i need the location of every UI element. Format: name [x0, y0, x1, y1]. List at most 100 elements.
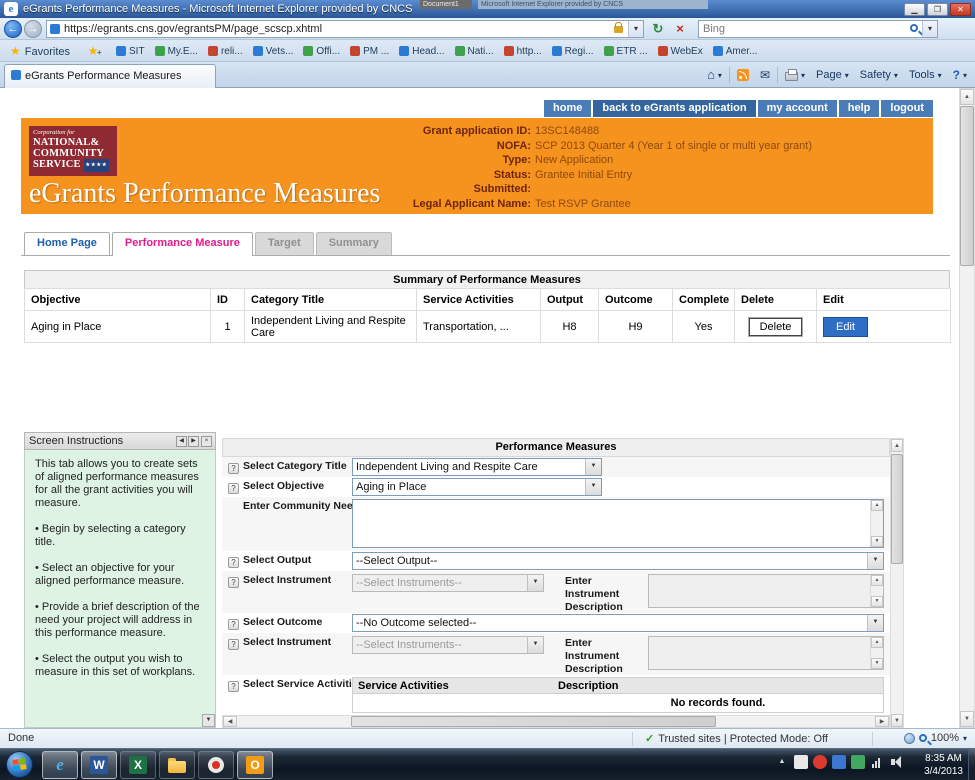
close-panel-button[interactable]: × [201, 436, 212, 447]
favorite-item[interactable]: Amer... [709, 42, 762, 60]
scroll-up-icon: ▲ [871, 575, 883, 586]
scroll-right-button[interactable]: ▶ [188, 436, 199, 447]
favorite-item[interactable]: Regi... [548, 42, 598, 60]
tray-icon[interactable] [851, 755, 865, 769]
nav-home-button[interactable]: home [544, 100, 591, 117]
windows-explorer-taskbar-button[interactable] [159, 751, 195, 779]
help-icon[interactable]: ? [228, 639, 239, 650]
address-dropdown-arrow-icon[interactable]: ▾ [628, 21, 643, 37]
form-row: ?Select Category Title Independent Livin… [222, 457, 890, 477]
output-select[interactable]: --Select Output--▼ [352, 552, 884, 570]
home-button[interactable]: ⌂▾ [703, 65, 726, 85]
outcome-select[interactable]: --No Outcome selected--▼ [352, 614, 884, 632]
word-taskbar-button[interactable]: W [81, 751, 117, 779]
tab-home-page[interactable]: Home Page [24, 232, 110, 255]
scroll-up-icon[interactable]: ▲ [871, 500, 883, 511]
help-icon[interactable]: ? [228, 619, 239, 630]
favorite-item[interactable]: reli... [204, 42, 247, 60]
url-input[interactable] [64, 22, 609, 36]
scroll-up-icon[interactable]: ▲ [891, 439, 903, 452]
help-button[interactable]: ?▾ [949, 65, 971, 85]
cell-complete: Yes [673, 311, 735, 343]
nav-back-to-egrants-button[interactable]: back to eGrants application [593, 100, 755, 117]
scroll-down-button[interactable]: ▼ [202, 714, 215, 727]
search-icon[interactable] [910, 24, 918, 32]
stop-button[interactable]: × [670, 20, 690, 38]
feeds-button[interactable] [733, 65, 753, 85]
media-player-taskbar-button[interactable] [198, 751, 234, 779]
page-vertical-scrollbar[interactable]: ▲ ▼ [959, 88, 975, 728]
excel-taskbar-button[interactable]: X [120, 751, 156, 779]
close-button[interactable]: ✕ [950, 3, 971, 16]
table-row: Aging in Place 1 Independent Living and … [25, 311, 951, 343]
scroll-right-icon[interactable]: ▶ [875, 716, 889, 727]
horizontal-scrollbar[interactable]: ◀ ▶ [222, 715, 890, 728]
scroll-left-icon[interactable]: ◀ [223, 716, 237, 727]
scroll-down-icon[interactable]: ▼ [960, 711, 974, 727]
maximize-button[interactable]: ❐ [927, 3, 948, 16]
back-button[interactable]: ← [4, 20, 22, 38]
tab-performance-measure[interactable]: Performance Measure [112, 232, 253, 256]
form-vertical-scrollbar[interactable]: ▲ ▼ [890, 438, 904, 728]
nav-help-button[interactable]: help [839, 100, 880, 117]
tools-menu[interactable]: Tools▾ [905, 65, 946, 85]
help-icon[interactable]: ? [228, 463, 239, 474]
volume-icon[interactable] [889, 755, 903, 769]
category-title-select[interactable]: Independent Living and Respite Care▼ [352, 458, 602, 476]
safety-menu[interactable]: Safety▾ [856, 65, 902, 85]
help-icon[interactable]: ? [228, 577, 239, 588]
scroll-left-button[interactable]: ◀ [176, 436, 187, 447]
internet-explorer-taskbar-button[interactable]: e [42, 751, 78, 779]
favorite-item[interactable]: WebEx [654, 42, 707, 60]
favorite-item[interactable]: Offi... [299, 42, 344, 60]
network-icon[interactable] [870, 755, 884, 769]
forward-button[interactable]: → [24, 20, 42, 38]
search-input[interactable] [703, 22, 893, 36]
refresh-button[interactable]: ↻ [648, 20, 668, 38]
dropdown-arrow-icon: ▼ [867, 615, 883, 631]
browser-tab[interactable]: eGrants Performance Measures [4, 64, 216, 88]
separator [729, 67, 730, 83]
community-need-textarea[interactable]: ▲▼ [352, 499, 884, 548]
start-button[interactable] [6, 751, 33, 778]
page-menu[interactable]: Page▾ [812, 65, 853, 85]
favorite-item[interactable]: Head... [395, 42, 448, 60]
scroll-down-icon[interactable]: ▼ [871, 536, 883, 547]
favorite-item[interactable]: http... [500, 42, 546, 60]
hidden-icons-button[interactable]: ▲ [775, 755, 789, 769]
print-button[interactable]: ▾ [781, 65, 809, 85]
add-favorite-button[interactable]: ★+ [84, 42, 106, 60]
read-mail-button[interactable]: ✉ [756, 65, 774, 85]
scrollbar-thumb[interactable] [960, 106, 974, 266]
search-dropdown-arrow-icon[interactable]: ▾ [922, 21, 937, 37]
favorites-button[interactable]: ★Favorites [4, 42, 76, 60]
help-icon[interactable]: ? [228, 483, 239, 494]
favorite-item[interactable]: My.E... [151, 42, 202, 60]
favorite-item[interactable]: Nati... [451, 42, 498, 60]
security-zone: ✓Trusted sites | Protected Mode: Off [645, 732, 828, 745]
media-player-icon [208, 757, 224, 773]
delete-button[interactable]: Delete [749, 318, 803, 336]
tray-icon[interactable] [832, 755, 846, 769]
scroll-up-icon[interactable]: ▲ [960, 89, 974, 105]
scroll-down-icon[interactable]: ▼ [891, 714, 903, 727]
show-desktop-button[interactable] [968, 749, 975, 780]
help-icon[interactable]: ? [228, 681, 239, 692]
taskbar-clock[interactable]: 8:35 AM 3/4/2013 [924, 752, 963, 778]
scrollbar-thumb[interactable] [891, 454, 903, 564]
tray-icon[interactable] [794, 755, 808, 769]
zoom-control[interactable]: 100% ▾ [904, 732, 967, 744]
scrollbar-thumb[interactable] [351, 716, 716, 727]
nav-my-account-button[interactable]: my account [758, 100, 837, 117]
favorite-item[interactable]: Vets... [249, 42, 298, 60]
minimize-button[interactable]: ▁ [904, 3, 925, 16]
favorite-item[interactable]: PM ... [346, 42, 393, 60]
objective-select[interactable]: Aging in Place▼ [352, 478, 602, 496]
help-icon[interactable]: ? [228, 557, 239, 568]
nav-logout-button[interactable]: logout [881, 100, 933, 117]
favorite-item[interactable]: ETR ... [600, 42, 652, 60]
tray-icon[interactable] [813, 755, 827, 769]
favorite-item[interactable]: SIT [112, 42, 149, 60]
edit-button[interactable]: Edit [823, 317, 868, 337]
outlook-taskbar-button[interactable]: O [237, 751, 273, 779]
